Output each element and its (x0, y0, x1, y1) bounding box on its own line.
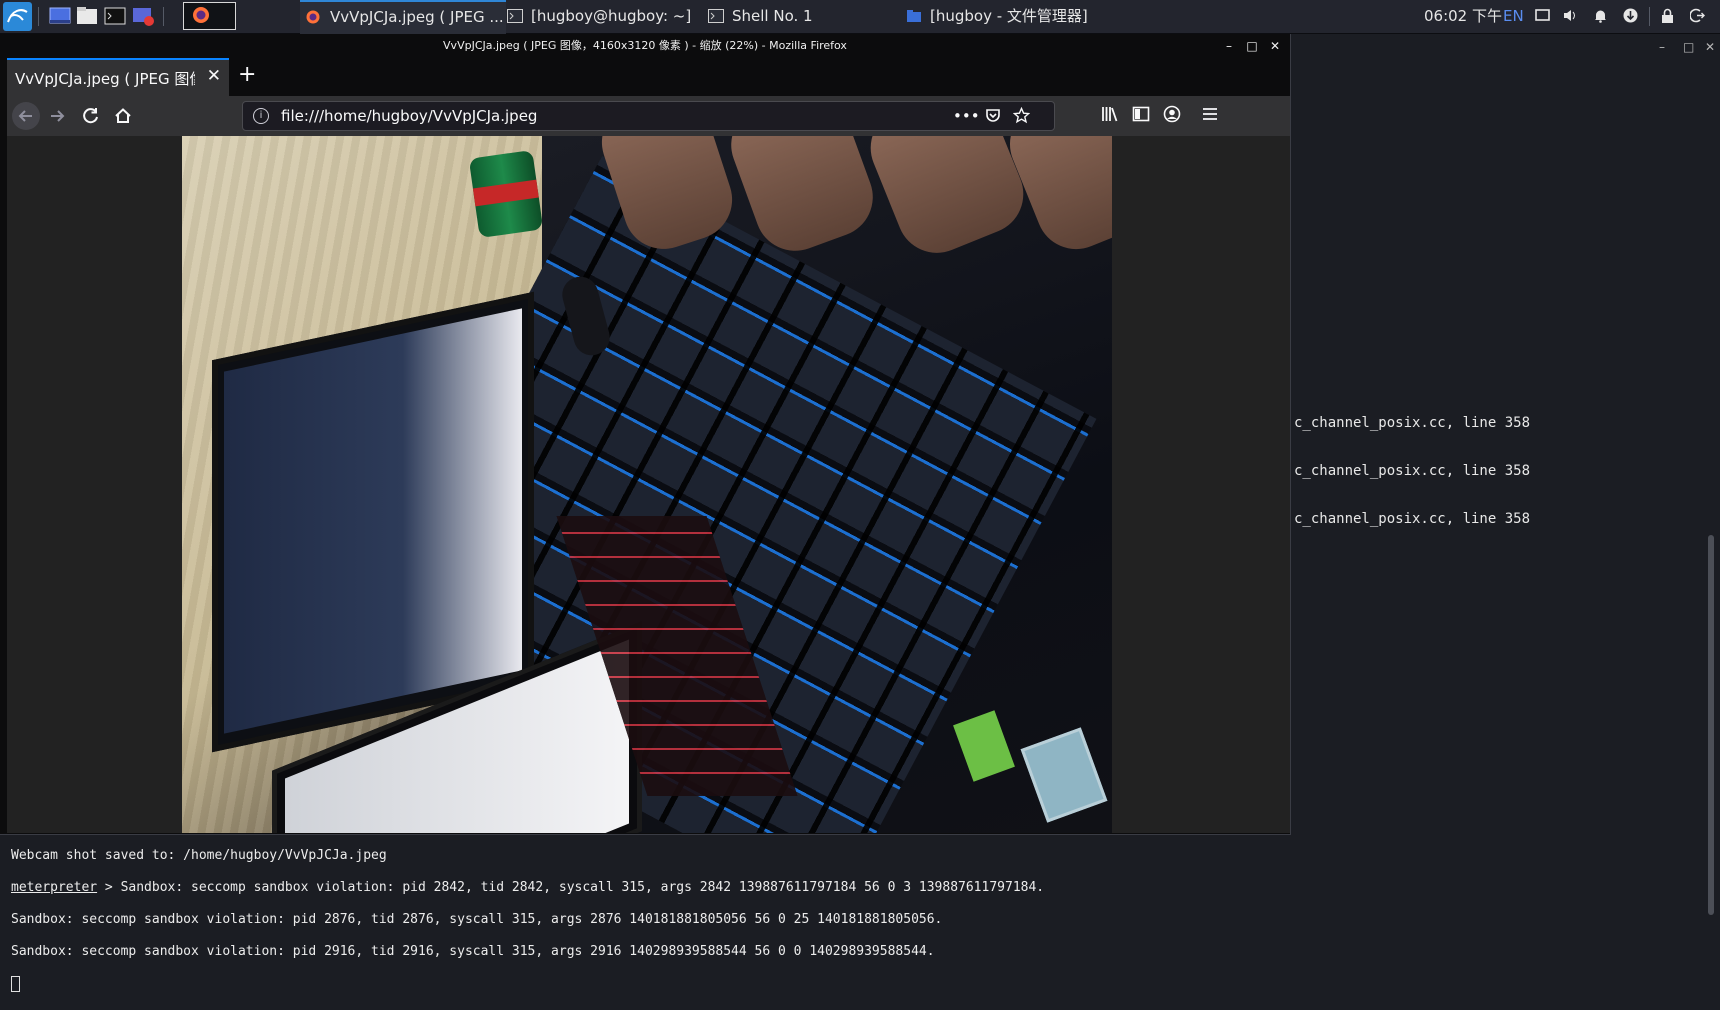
bg-terminal-close-button[interactable]: ✕ (1705, 40, 1715, 54)
window-title: VvVpJCJa.jpeg ( JPEG 图像，4160x3120 像素 ) -… (443, 39, 847, 52)
sidebar-toggle-icon[interactable] (1132, 105, 1150, 127)
firefox-icon (193, 7, 209, 23)
photo-can-label (472, 179, 539, 207)
file-manager-launcher-icon[interactable] (75, 4, 101, 28)
terminal-line-1-text: > Sandbox: seccomp sandbox violation: pi… (97, 880, 1045, 895)
navigation-toolbar: i file:///home/hugboy/VvVpJCJa.jpeg ••• (7, 96, 1290, 136)
tab-title: VvVpJCJa.jpeg ( JPEG 图像 (15, 70, 195, 88)
bg-terminal-line: c_channel_posix.cc, line 358 (1294, 415, 1531, 431)
lock-screen-icon[interactable] (1660, 8, 1675, 23)
terminal-line-webcam-saved: Webcam shot saved to: /home/hugboy/VvVpJ… (11, 848, 387, 863)
url-bar[interactable]: i file:///home/hugboy/VvVpJCJa.jpeg ••• (242, 101, 1055, 131)
image-viewer[interactable] (7, 136, 1290, 833)
webcam-photo[interactable] (182, 136, 1112, 833)
taskbar-separator (1649, 7, 1650, 26)
display-icon[interactable] (1535, 8, 1550, 23)
tab-close-icon[interactable]: ✕ (207, 66, 221, 86)
terminal-icon (507, 9, 523, 23)
back-arrow-icon (18, 110, 32, 122)
home-icon (115, 108, 131, 123)
url-text[interactable]: file:///home/hugboy/VvVpJCJa.jpeg (281, 107, 537, 125)
task-label: [hugboy@hugboy: ~] (531, 7, 692, 25)
folder-icon (907, 10, 921, 22)
task-label: [hugboy - 文件管理器] (930, 7, 1088, 25)
window-minimize-button[interactable]: – (1220, 34, 1238, 58)
volume-icon[interactable] (1563, 8, 1578, 23)
terminal-output: Webcam shot saved to: /home/hugboy/VvVpJ… (11, 832, 1044, 1010)
bg-terminal-line: c_channel_posix.cc, line 358 (1294, 511, 1531, 527)
taskbar: VvVpJCJa.jpeg ( JPEG ... [hugboy@hugboy:… (0, 0, 1720, 35)
account-icon[interactable] (1163, 105, 1181, 127)
library-icon[interactable] (1101, 105, 1119, 127)
bg-terminal-minimize-button[interactable]: – (1659, 40, 1665, 54)
tab-strip: VvVpJCJa.jpeg ( JPEG 图像 ✕ + (0, 58, 1290, 96)
task-label: VvVpJCJa.jpeg ( JPEG ... (330, 8, 504, 26)
back-button[interactable] (12, 102, 40, 130)
photo-monitor-screen (224, 308, 522, 734)
task-terminal-hugboy[interactable]: [hugboy@hugboy: ~] (503, 0, 697, 33)
firefox-icon (306, 10, 320, 24)
task-file-manager[interactable]: [hugboy - 文件管理器] (902, 0, 1136, 33)
kali-menu-icon[interactable] (3, 2, 32, 31)
hamburger-menu-icon[interactable] (1201, 105, 1219, 127)
terminal-line-3: Sandbox: seccomp sandbox violation: pid … (11, 944, 935, 959)
page-actions-icon[interactable]: ••• (953, 107, 980, 125)
terminal-line-2: Sandbox: seccomp sandbox violation: pid … (11, 912, 943, 927)
window-close-button[interactable]: ✕ (1266, 34, 1284, 58)
clock[interactable]: 06:02 下午 (1424, 0, 1502, 33)
site-info-icon[interactable]: i (253, 108, 269, 124)
show-desktop-icon[interactable] (48, 4, 74, 28)
terminal-cursor-line[interactable] (11, 976, 1044, 994)
terminal-line-1: meterpreter > Sandbox: seccomp sandbox v… (11, 880, 1044, 896)
firefox-launcher-button[interactable] (183, 2, 236, 30)
forward-arrow-icon (51, 110, 65, 122)
task-label: Shell No. 1 (732, 7, 813, 25)
photo-beer-can (468, 149, 544, 239)
keyboard-layout-indicator[interactable]: EN (1503, 0, 1524, 33)
reload-icon (83, 108, 98, 124)
firefox-window: VvVpJCJa.jpeg ( JPEG 图像，4160x3120 像素 ) -… (0, 34, 1291, 835)
task-shell-no-1[interactable]: Shell No. 1 (704, 0, 888, 33)
terminal-scrollbar[interactable] (1708, 535, 1714, 915)
bg-terminal-maximize-button[interactable]: □ (1683, 40, 1694, 54)
terminal-icon (708, 9, 724, 23)
window-maximize-button[interactable]: □ (1243, 34, 1261, 58)
logout-icon[interactable] (1689, 8, 1705, 23)
firefox-titlebar[interactable]: VvVpJCJa.jpeg ( JPEG 图像，4160x3120 像素 ) -… (0, 34, 1290, 58)
notifications-bell-icon[interactable] (1593, 8, 1608, 23)
tab-image[interactable]: VvVpJCJa.jpeg ( JPEG 图像 ✕ (7, 58, 229, 96)
meterpreter-prompt: meterpreter (11, 880, 98, 895)
taskbar-separator (38, 7, 39, 26)
screen-recorder-launcher-icon[interactable] (131, 4, 157, 28)
updates-icon[interactable] (1623, 8, 1638, 23)
terminal-launcher-icon[interactable] (103, 4, 129, 28)
task-firefox[interactable]: VvVpJCJa.jpeg ( JPEG ... (300, 0, 506, 35)
new-tab-button[interactable]: + (238, 62, 256, 87)
forward-button[interactable] (43, 102, 71, 130)
bg-terminal-line: c_channel_posix.cc, line 358 (1294, 463, 1531, 479)
reload-button[interactable] (77, 102, 105, 130)
taskbar-separator (163, 7, 164, 26)
home-button[interactable] (109, 102, 137, 130)
pocket-icon[interactable] (985, 107, 1001, 127)
bookmark-star-icon[interactable] (1012, 106, 1031, 128)
terminal-cursor (11, 976, 20, 992)
